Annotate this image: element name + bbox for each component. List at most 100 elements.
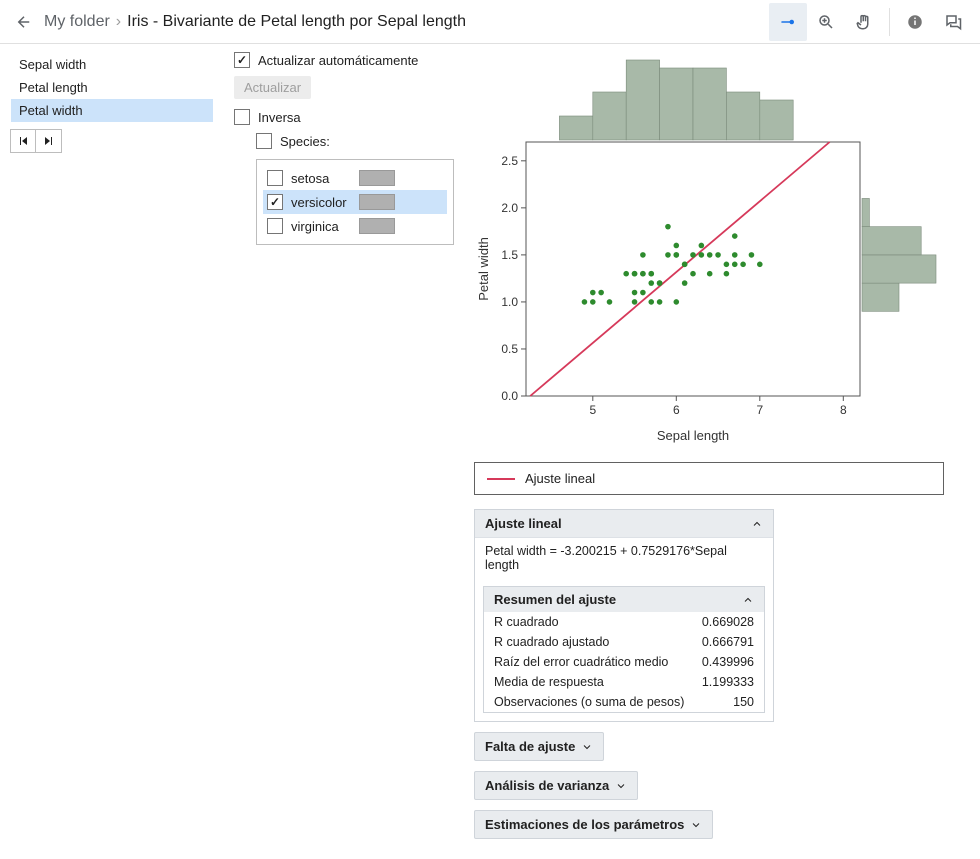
chevron-up-icon: [751, 518, 763, 530]
svg-text:2.0: 2.0: [501, 201, 518, 215]
toolbar-pan-tool[interactable]: [845, 3, 883, 41]
variable-item[interactable]: Petal length: [11, 76, 213, 99]
species-checkbox[interactable]: [267, 170, 283, 186]
main-content: Sepal widthPetal lengthPetal width Actua…: [0, 44, 980, 859]
stat-value: 1.199333: [702, 675, 754, 689]
chat-icon: [944, 13, 962, 31]
collapsed-panel-toggle[interactable]: Falta de ajuste: [474, 732, 604, 761]
fit-summary-panel: Resumen del ajuste R cuadrado0.669028R c…: [483, 586, 765, 713]
legend-line-sample: [487, 478, 515, 480]
species-header-row: Species:: [256, 133, 454, 149]
species-label: versicolor: [291, 195, 351, 210]
species-checkbox[interactable]: [267, 194, 283, 210]
svg-text:0.5: 0.5: [501, 342, 518, 356]
legend-fit-label: Ajuste lineal: [525, 471, 595, 486]
auto-update-checkbox[interactable]: [234, 52, 250, 68]
chevron-right-icon: ›: [116, 13, 121, 31]
chevron-down-icon: [615, 780, 627, 792]
species-label: virginica: [291, 219, 351, 234]
species-swatch: [359, 194, 395, 210]
chevron-down-icon: [581, 741, 593, 753]
stat-label: Media de respuesta: [494, 675, 604, 689]
back-button[interactable]: [8, 6, 40, 38]
fit-summary-header[interactable]: Resumen del ajuste: [484, 587, 764, 612]
stat-value: 0.669028: [702, 615, 754, 629]
fit-stats-list: R cuadrado0.669028 R cuadrado ajustado 0.6…: [484, 612, 764, 712]
selection-icon: [779, 13, 797, 31]
hand-icon: [855, 13, 873, 31]
collapsed-panel-label: Análisis de varianza: [485, 778, 609, 793]
breadcrumb-root[interactable]: My folder: [44, 13, 110, 31]
species-swatch: [359, 218, 395, 234]
skip-back-icon: [17, 135, 29, 147]
species-row[interactable]: virginica: [263, 214, 447, 238]
toolbar-select-tool[interactable]: [769, 3, 807, 41]
fit-panel-header[interactable]: Ajuste lineal: [475, 510, 773, 538]
fit-panel: Ajuste lineal Petal width = -3.200215 + …: [474, 509, 774, 722]
auto-update-label: Actualizar automáticamente: [258, 53, 418, 68]
chevron-down-icon: [690, 819, 702, 831]
zoom-in-icon: [817, 13, 835, 31]
next-button[interactable]: [36, 129, 62, 153]
species-row[interactable]: setosa: [263, 166, 447, 190]
stat-label: Raíz del error cuadrático medio: [494, 655, 668, 669]
stat-row: R cuadrado0.669028: [484, 612, 764, 632]
chart-legend: Ajuste lineal: [474, 462, 944, 495]
svg-text:Sepal length: Sepal length: [657, 428, 729, 443]
options-panel: Actualizar automáticamente Actualizar In…: [234, 52, 454, 245]
svg-text:0.0: 0.0: [501, 389, 518, 403]
stat-value: 150: [733, 695, 754, 709]
chart-container: 56780.00.51.01.52.02.5Sepal lengthPetal …: [474, 52, 944, 452]
stat-row: Raíz del error cuadrático medio 0.439996: [484, 652, 764, 672]
species-header-label: Species:: [280, 134, 330, 149]
svg-text:8: 8: [840, 403, 847, 417]
svg-text:5: 5: [589, 403, 596, 417]
svg-text:7: 7: [756, 403, 763, 417]
fit-equation: Petal width = -3.200215 + 0.7529176*Sepa…: [475, 538, 773, 578]
toolbar-info[interactable]: [896, 3, 934, 41]
species-label: setosa: [291, 171, 351, 186]
stat-row: Media de respuesta 1.199333: [484, 672, 764, 692]
app-header: My folder › Iris - Bivariante de Petal l…: [0, 0, 980, 44]
update-button[interactable]: Actualizar: [234, 76, 311, 99]
variable-item[interactable]: Sepal width: [11, 53, 213, 76]
variable-panel: Sepal widthPetal lengthPetal width: [10, 52, 214, 153]
stat-row: R cuadrado ajustado 0.666791: [484, 632, 764, 652]
toolbar-divider: [889, 8, 890, 36]
svg-text:2.5: 2.5: [501, 154, 518, 168]
stat-value: 0.666791: [702, 635, 754, 649]
collapsed-panels: Falta de ajuste Análisis de varianza Estim…: [474, 722, 970, 839]
species-header-checkbox[interactable]: [256, 133, 272, 149]
stat-label: R cuadrado ajustado: [494, 635, 609, 649]
species-checkbox[interactable]: [267, 218, 283, 234]
svg-text:6: 6: [673, 403, 680, 417]
collapsed-panel-label: Estimaciones de los parámetros: [485, 817, 684, 832]
variable-item[interactable]: Petal width: [11, 99, 213, 122]
inverse-row: Inversa: [234, 109, 454, 125]
species-swatch: [359, 170, 395, 186]
inverse-checkbox[interactable]: [234, 109, 250, 125]
skip-forward-icon: [43, 135, 55, 147]
collapsed-panel-label: Falta de ajuste: [485, 739, 575, 754]
stat-label: Observaciones (o suma de pesos): [494, 695, 684, 709]
auto-update-row: Actualizar automáticamente: [234, 52, 454, 68]
collapsed-panel-toggle[interactable]: Estimaciones de los parámetros: [474, 810, 713, 839]
species-list: setosa versicolor virginica: [256, 159, 454, 245]
toolbar-zoom-tool[interactable]: [807, 3, 845, 41]
species-row[interactable]: versicolor: [263, 190, 447, 214]
svg-text:1.0: 1.0: [501, 295, 518, 309]
variable-nav: [10, 129, 214, 153]
svg-text:1.5: 1.5: [501, 248, 518, 262]
analysis-panel: 5 6 7 8 0.0 0.5 1.0 1.5 2.0 2.5 Sepal length Petal …: [474, 52, 970, 839]
inverse-label: Inversa: [258, 110, 301, 125]
chevron-up-icon: [742, 594, 754, 606]
fit-summary-title: Resumen del ajuste: [494, 592, 616, 607]
stat-row: Observaciones (o suma de pesos) 150: [484, 692, 764, 712]
stat-value: 0.439996: [702, 655, 754, 669]
collapsed-panel-toggle[interactable]: Análisis de varianza: [474, 771, 638, 800]
scatter-chart[interactable]: 56780.00.51.01.52.02.5Sepal lengthPetal …: [474, 52, 944, 452]
fit-panel-title: Ajuste lineal: [485, 516, 562, 531]
toolbar-comments[interactable]: [934, 3, 972, 41]
prev-button[interactable]: [10, 129, 36, 153]
breadcrumb-current: Iris - Bivariante de Petal length por Se…: [127, 13, 466, 31]
